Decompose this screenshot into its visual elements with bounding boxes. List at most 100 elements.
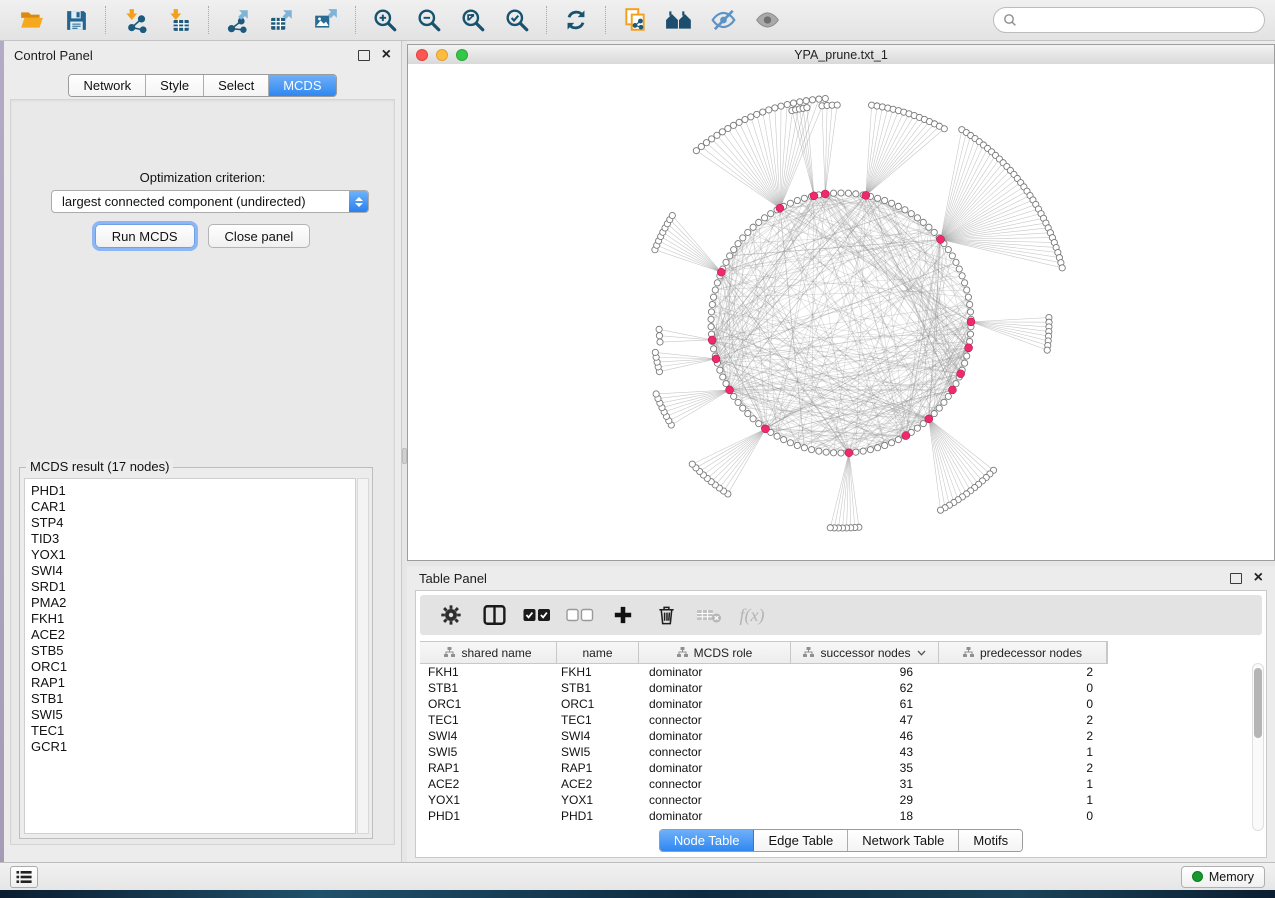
zoom-fit-button[interactable] [451,2,495,38]
application-window: Control Panel × NetworkStyleSelectMCDS O… [0,0,1275,898]
zoom-out-button[interactable] [407,2,451,38]
delete-table-button[interactable] [692,599,726,631]
column-header-mcds-role[interactable]: MCDS role [639,642,791,663]
show-columns-button[interactable] [477,599,511,631]
mcds-result-item[interactable]: PHD1 [31,483,355,499]
mcds-result-item[interactable]: ORC1 [31,659,355,675]
run-mcds-button[interactable]: Run MCDS [95,224,195,248]
memory-button[interactable]: Memory [1181,866,1265,888]
select-all-rows-button[interactable] [520,599,554,631]
close-table-panel-button[interactable]: × [1242,571,1263,585]
network-window-titlebar[interactable]: YPA_prune.txt_1 [408,45,1274,65]
tab-node-table[interactable]: Node Table [660,830,755,851]
zoom-out-icon [416,7,442,33]
cell-name: FKH1 [557,665,639,679]
table-row[interactable]: ORC1ORC1dominator610 [420,696,1262,712]
table-row[interactable]: FKH1FKH1dominator962 [420,664,1262,680]
column-header-shared-name[interactable]: shared name [420,642,557,663]
mcds-result-item[interactable]: GCR1 [31,739,355,755]
tab-style[interactable]: Style [146,75,204,96]
attribute-icon [444,647,455,658]
mcds-result-item[interactable]: SWI4 [31,563,355,579]
export-network-button[interactable] [216,2,260,38]
new-network-from-selection-button[interactable] [613,2,657,38]
column-header-successor-nodes[interactable]: successor nodes [791,642,939,663]
zoom-selected-button[interactable] [495,2,539,38]
table-row[interactable]: YOX1YOX1connector291 [420,792,1262,808]
mcds-result-item[interactable]: ACE2 [31,627,355,643]
tab-mcds[interactable]: MCDS [269,75,335,96]
create-column-button[interactable] [606,599,640,631]
hide-selected-button[interactable] [701,2,745,38]
split-columns-icon [483,604,506,626]
float-table-panel-button[interactable] [1230,573,1242,584]
tab-edge-table[interactable]: Edge Table [754,830,848,851]
mcds-result-item[interactable]: SWI5 [31,707,355,723]
apply-layout-button[interactable] [554,2,598,38]
refresh-layout-icon [563,7,589,33]
first-neighbors-button[interactable] [657,2,701,38]
export-table-button[interactable] [260,2,304,38]
close-panel-action-button[interactable]: Close panel [208,224,311,248]
toolbar-separator [355,6,356,34]
delete-column-button[interactable] [649,599,683,631]
mcds-result-item[interactable]: STB1 [31,691,355,707]
scrollbar-thumb[interactable] [1254,668,1262,738]
show-panels-list-button[interactable] [10,866,38,888]
cell-successors: 47 [791,713,939,727]
deselect-all-rows-button[interactable] [563,599,597,631]
mcds-result-item[interactable]: STP4 [31,515,355,531]
tab-select[interactable]: Select [204,75,269,96]
toolbar-separator [105,6,106,34]
mcds-result-title: MCDS result (17 nodes) [26,459,173,474]
table-row[interactable]: PHD1PHD1dominator180 [420,808,1262,824]
attribute-icon [963,647,974,658]
cell-successors: 18 [791,809,939,823]
function-fx-icon: f(x) [740,605,765,626]
cell-predecessors: 0 [939,681,1107,695]
float-panel-button[interactable] [358,50,370,61]
mcds-result-item[interactable]: TID3 [31,531,355,547]
column-header-predecessor-nodes[interactable]: predecessor nodes [939,642,1107,663]
table-settings-button[interactable] [434,599,468,631]
cell-successors: 43 [791,745,939,759]
import-table-button[interactable] [157,2,201,38]
apply-function-button[interactable]: f(x) [735,599,769,631]
search-field[interactable] [993,7,1265,33]
mcds-result-item[interactable]: SRD1 [31,579,355,595]
table-row[interactable]: TEC1TEC1connector472 [420,712,1262,728]
search-input[interactable] [1022,12,1255,29]
table-scrollbar[interactable] [1252,663,1264,831]
zoom-in-button[interactable] [363,2,407,38]
mcds-result-item[interactable]: YOX1 [31,547,355,563]
mcds-result-item[interactable]: PMA2 [31,595,355,611]
export-image-button[interactable] [304,2,348,38]
cell-role: dominator [639,681,791,695]
open-folder-icon [19,7,45,33]
mcds-result-item[interactable]: FKH1 [31,611,355,627]
mcds-result-item[interactable]: STB5 [31,643,355,659]
import-network-button[interactable] [113,2,157,38]
close-panel-button[interactable]: × [370,48,391,62]
table-row[interactable]: ACE2ACE2connector311 [420,776,1262,792]
table-row[interactable]: RAP1RAP1dominator352 [420,760,1262,776]
mcds-result-item[interactable]: CAR1 [31,499,355,515]
table-row[interactable]: STB1STB1dominator620 [420,680,1262,696]
open-file-button[interactable] [10,2,54,38]
mcds-list-scrollbar[interactable] [357,478,369,834]
column-header-name[interactable]: name [557,642,639,663]
tab-motifs[interactable]: Motifs [959,830,1022,851]
show-all-button[interactable] [745,2,789,38]
search-icon [1003,13,1017,27]
attribute-icon [677,647,688,658]
optimization-criterion-select[interactable]: largest connected component (undirected) [51,190,369,213]
tab-network-table[interactable]: Network Table [848,830,959,851]
mcds-result-item[interactable]: TEC1 [31,723,355,739]
mcds-result-item[interactable]: RAP1 [31,675,355,691]
save-session-button[interactable] [54,2,98,38]
table-row[interactable]: SWI5SWI5connector431 [420,744,1262,760]
cell-successors: 29 [791,793,939,807]
network-view-canvas[interactable] [408,64,1274,560]
table-row[interactable]: SWI4SWI4dominator462 [420,728,1262,744]
tab-network[interactable]: Network [69,75,146,96]
